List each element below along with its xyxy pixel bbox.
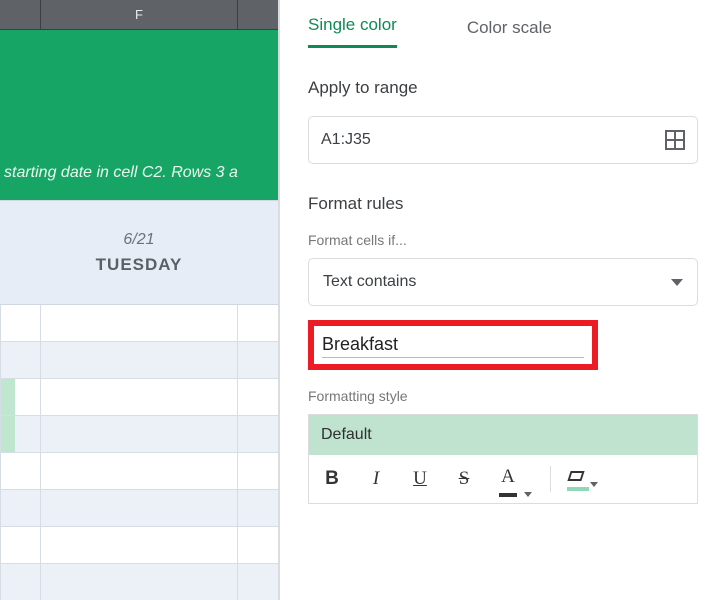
table-row[interactable] <box>0 453 278 490</box>
table-row[interactable] <box>0 305 278 342</box>
highlighted-value-box <box>308 320 598 370</box>
format-rules-label: Format rules <box>308 194 698 214</box>
banner-text: starting date in cell C2. Rows 3 a <box>0 164 238 182</box>
separator <box>550 466 551 492</box>
italic-button[interactable]: I <box>363 464 389 494</box>
tabs: Single color Color scale <box>308 0 698 48</box>
range-value: A1:J35 <box>321 131 371 149</box>
banner-row: starting date in cell C2. Rows 3 a <box>0 30 278 200</box>
column-header-row: F <box>0 0 278 30</box>
grid-rows <box>0 305 278 600</box>
select-range-icon[interactable] <box>665 130 685 150</box>
fill-color-button[interactable] <box>569 471 598 487</box>
day-of-week: TUESDAY <box>96 255 183 275</box>
bold-button[interactable]: B <box>319 464 345 494</box>
text-color-button[interactable]: A <box>495 462 532 497</box>
text-color-icon: A <box>495 462 521 492</box>
table-row[interactable] <box>0 342 278 379</box>
style-preview[interactable]: Default <box>309 415 697 455</box>
chevron-down-icon <box>524 492 532 497</box>
tab-color-scale[interactable]: Color scale <box>467 18 552 48</box>
column-header-f[interactable]: F <box>41 0 237 29</box>
conditional-format-panel: Single color Color scale Apply to range … <box>280 0 720 600</box>
formatting-style-box: Default B I U S A <box>308 414 698 504</box>
condition-value-input[interactable] <box>322 332 584 358</box>
paint-bucket-icon <box>569 471 587 487</box>
tab-single-color[interactable]: Single color <box>308 15 397 48</box>
formatting-style-label: Formatting style <box>308 388 698 404</box>
range-input[interactable]: A1:J35 <box>308 116 698 164</box>
format-cells-if-label: Format cells if... <box>308 232 698 248</box>
chevron-down-icon <box>590 482 598 487</box>
style-toolbar: B I U S A <box>309 455 697 503</box>
condition-value: Text contains <box>323 273 416 291</box>
day-header: 6/21 TUESDAY <box>0 200 278 305</box>
strike-button[interactable]: S <box>451 464 477 494</box>
apply-to-range-label: Apply to range <box>308 78 698 98</box>
spreadsheet-area: F starting date in cell C2. Rows 3 a 6/2… <box>0 0 280 600</box>
chevron-down-icon <box>671 279 683 286</box>
table-row[interactable] <box>0 490 278 527</box>
table-row[interactable] <box>0 564 278 600</box>
table-row[interactable] <box>0 416 278 453</box>
day-date: 6/21 <box>123 231 154 249</box>
table-row[interactable] <box>0 379 278 416</box>
underline-button[interactable]: U <box>407 464 433 494</box>
condition-select[interactable]: Text contains <box>308 258 698 306</box>
table-row[interactable] <box>0 527 278 564</box>
